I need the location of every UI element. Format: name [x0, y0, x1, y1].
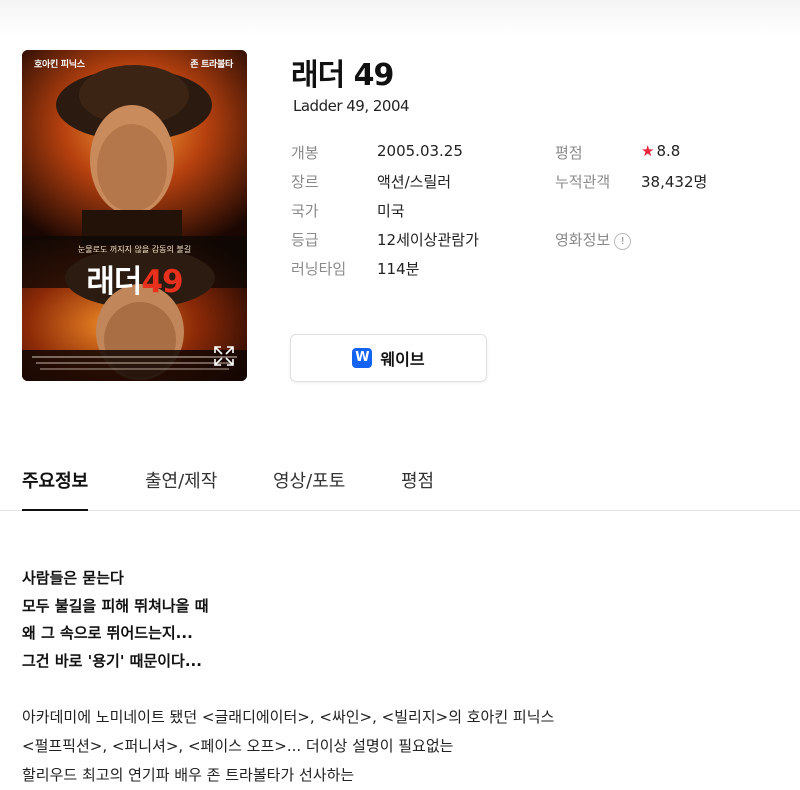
synopsis-headline-line: 사람들은 묻는다	[22, 569, 124, 587]
synopsis-headline-line: 왜 그 속으로 뛰어드는지...	[22, 624, 193, 642]
poster-artwork	[22, 50, 247, 381]
synopsis-body-line: <펄프픽션>, <퍼니셔>, <페이스 오프>... 더이상 설명이 필요없는	[22, 737, 454, 755]
info-label: 러닝타임	[291, 260, 347, 278]
movie-info-link[interactable]: 영화정보!	[555, 229, 632, 250]
synopsis-headline-line: 모두 불길을 피해 뛰쳐나올 때	[22, 596, 209, 615]
rating-value-wrap: ★ 8.8	[641, 142, 680, 160]
poster-title-number: 49	[141, 264, 183, 300]
info-value: 2005.03.25	[377, 142, 463, 160]
poster-actor-left: 호아킨 피닉스	[34, 60, 85, 70]
info-label: 누적관객	[555, 173, 611, 191]
top-band	[0, 0, 800, 36]
info-value: 미국	[377, 202, 405, 220]
poster-title: 래더49	[22, 256, 247, 301]
synopsis-body-line: 아카데미에 노미네이트 됐던 <글래디에이터>, <싸인>, <빌리지>의 호아…	[22, 708, 555, 726]
movie-poster[interactable]: 호아킨 피닉스 존 트라볼타 눈물로도 꺼지지 않을 감동의 불길 래더49	[22, 50, 247, 381]
wavve-logo-icon: W	[352, 348, 373, 368]
star-icon: ★	[641, 142, 655, 160]
poster-tagline: 눈물로도 꺼지지 않을 감동의 불길	[77, 245, 192, 254]
synopsis-headline-line: 그건 바로 '용기' 때문이다...	[22, 651, 202, 670]
expand-icon[interactable]	[213, 345, 235, 367]
info-label: 평점	[555, 144, 583, 162]
poster-title-text: 래더	[86, 264, 142, 300]
synopsis-body: 아카데미에 노미네이트 됐던 <글래디에이터>, <싸인>, <빌리지>의 호아…	[22, 703, 554, 790]
info-label: 장르	[291, 173, 319, 191]
audience-value: 38,432명	[641, 173, 708, 191]
synopsis-headline: 사람들은 묻는다 모두 불길을 피해 뛰쳐나올 때 왜 그 속으로 뛰어드는지.…	[22, 565, 209, 675]
wavve-label: 웨이브	[380, 350, 425, 369]
poster-actor-right: 존 트라볼타	[190, 60, 233, 70]
tab-reviews[interactable]: 평점	[401, 467, 434, 509]
movie-info-label: 영화정보	[555, 231, 611, 249]
content-tabs: 주요정보 출연/제작 영상/포토 평점	[0, 455, 800, 511]
info-icon[interactable]: !	[614, 233, 632, 250]
synopsis-body-line: 할리우드 최고의 연기파 배우 존 트라볼타가 선사하는	[22, 766, 355, 784]
info-label: 등급	[291, 231, 319, 249]
info-value: 114분	[377, 260, 420, 278]
tab-video-photo[interactable]: 영상/포토	[273, 467, 345, 509]
info-label: 개봉	[291, 144, 319, 162]
info-label: 국가	[291, 202, 319, 220]
movie-original-title-year: Ladder 49, 2004	[293, 97, 410, 115]
rating-value: 8.8	[656, 142, 681, 160]
wavve-watch-button[interactable]: W 웨이브	[290, 334, 487, 382]
tab-main-info[interactable]: 주요정보	[22, 467, 89, 511]
movie-title: 래더 49	[291, 58, 394, 93]
tab-cast-crew[interactable]: 출연/제작	[145, 467, 217, 509]
info-value: 액션/스릴러	[377, 173, 452, 191]
info-value: 12세이상관람가	[377, 231, 479, 249]
